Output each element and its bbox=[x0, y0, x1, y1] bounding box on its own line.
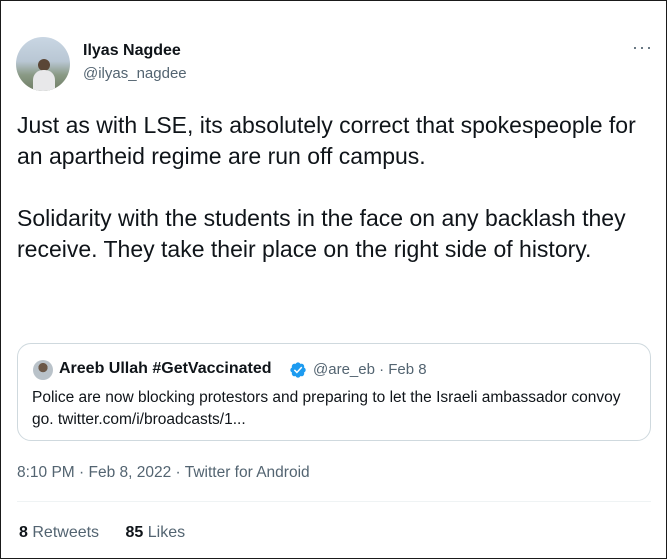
likes-stat[interactable]: 85 Likes bbox=[126, 524, 186, 541]
divider bbox=[17, 501, 651, 502]
tweet-timestamp[interactable]: 8:10 PM · Feb 8, 2022 · Twitter for Andr… bbox=[17, 464, 310, 482]
author-name[interactable]: Ilyas Nagdee bbox=[83, 42, 181, 60]
verified-badge-icon bbox=[290, 362, 306, 378]
tweet-paragraph: Solidarity with the students in the face… bbox=[17, 205, 626, 262]
retweets-count: 8 bbox=[19, 524, 28, 541]
more-options-icon[interactable]: ··· bbox=[632, 38, 653, 56]
likes-count: 85 bbox=[125, 524, 144, 541]
retweets-label: Retweets bbox=[32, 524, 100, 541]
avatar-person-body bbox=[33, 70, 55, 91]
retweets-stat[interactable]: 8 Retweets bbox=[19, 524, 99, 541]
quoted-tweet-text: Police are now blocking protestors and p… bbox=[32, 389, 621, 428]
engagement-stats: 8 Retweets 85 Likes bbox=[19, 524, 207, 542]
tweet-text: Just as with LSE, its absolutely correct… bbox=[17, 110, 647, 296]
tweet-card: Ilyas Nagdee @ilyas_nagdee ··· Just as w… bbox=[0, 0, 667, 559]
quoted-author-name: Areeb Ullah #GetVaccinated bbox=[59, 360, 272, 377]
author-avatar[interactable] bbox=[16, 37, 70, 91]
author-handle[interactable]: @ilyas_nagdee bbox=[83, 65, 187, 82]
quoted-author-avatar bbox=[33, 360, 53, 380]
quoted-handle-date: @are_eb · Feb 8 bbox=[313, 361, 427, 378]
likes-label: Likes bbox=[147, 524, 186, 541]
quoted-tweet[interactable]: Areeb Ullah #GetVaccinated @are_eb · Feb… bbox=[17, 343, 651, 441]
tweet-paragraph: Just as with LSE, its absolutely correct… bbox=[17, 112, 636, 169]
